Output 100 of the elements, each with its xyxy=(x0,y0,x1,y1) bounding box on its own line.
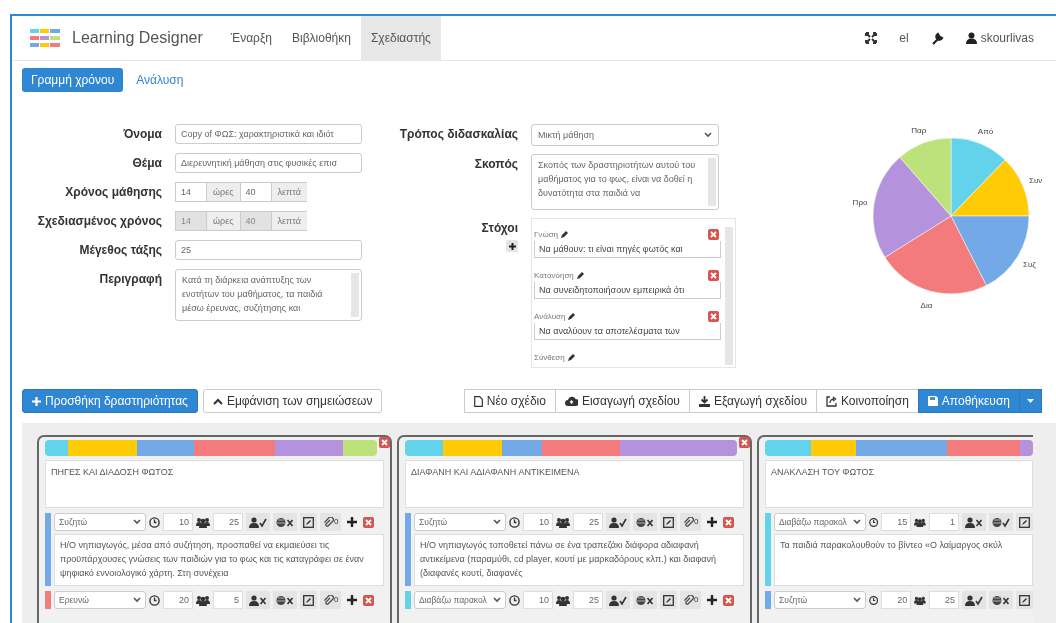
outcome-field[interactable]: Να αναλύουν τα αποτελέσματα των xyxy=(534,323,721,340)
drag-handle[interactable] xyxy=(405,513,411,586)
fullscreen-icon[interactable] xyxy=(865,32,878,44)
group-size-field[interactable]: 25 xyxy=(573,513,603,531)
outcome-category[interactable]: Κατανόηση xyxy=(534,271,584,281)
notes-button[interactable] xyxy=(1016,591,1033,609)
notes-button[interactable] xyxy=(1016,513,1033,531)
notes-button[interactable] xyxy=(660,513,677,531)
close-icon[interactable] xyxy=(379,437,390,448)
outcome-field[interactable]: Να συνειδητοποιήσουν εμπειρικά ότι xyxy=(534,282,721,299)
close-icon[interactable] xyxy=(739,437,750,448)
activity-description-field[interactable]: Τα παιδιά παρακολουθούν το βίντεο «Ο λαίμαργος σκύλ xyxy=(774,534,1033,586)
minutes-field[interactable]: 40 xyxy=(239,182,272,202)
nav-link[interactable]: Σχεδιαστής xyxy=(360,16,441,60)
teacher-toggle[interactable] xyxy=(962,591,986,609)
activity-type-select[interactable]: Διαβάζω παρακολ xyxy=(774,513,866,531)
online-toggle[interactable] xyxy=(273,591,297,609)
teacher-toggle[interactable] xyxy=(246,513,270,531)
nav-link[interactable]: Έναρξη xyxy=(220,16,282,60)
group-size-field[interactable]: 25 xyxy=(213,513,243,531)
notes-button[interactable] xyxy=(300,513,317,531)
toolbar-button[interactable]: Εμφάνιση των σημειώσεων xyxy=(202,389,383,413)
close-icon[interactable] xyxy=(723,594,735,606)
nav-link[interactable]: Βιβλιοθήκη xyxy=(282,16,361,60)
activity-description-field[interactable]: Η/Ο νηπιαγωγός τοποθετεί πάνω σε ένα τραπεζάκι διάφορα αδιαφανή αντικείμενα (παραμύθι, cd player, κουτί με μαρκαδόρους κλπ.) και διαφανή (διαφανές κουτί, διαφανές xyxy=(414,534,744,586)
group-size-field[interactable]: 25 xyxy=(573,591,603,609)
approach-select[interactable]: Μικτή μάθηση xyxy=(531,124,719,146)
close-icon[interactable] xyxy=(723,516,735,528)
aim-field[interactable]: Σκοπός των δραστηριοτήτων αυτού του μαθήματος για το φως, είναι να δοθεί η δυνατότητα στα παιδιά να xyxy=(531,154,719,210)
online-toggle[interactable] xyxy=(273,513,297,531)
duration-field[interactable]: 20 xyxy=(163,591,193,609)
language-link[interactable]: el xyxy=(899,31,909,45)
toolbar-button[interactable]: Κοινοποίηση xyxy=(815,389,919,413)
view-tab[interactable]: Ανάλυση xyxy=(127,68,193,92)
close-icon[interactable] xyxy=(363,594,375,606)
activity-type-select[interactable]: Συζητώ xyxy=(54,513,146,531)
duration-field[interactable]: 15 xyxy=(881,513,912,531)
scrollbar[interactable] xyxy=(725,227,733,365)
close-icon[interactable] xyxy=(708,229,719,240)
activity-type-select[interactable]: Ερευνώ xyxy=(54,591,146,609)
globe-cross-icon xyxy=(636,516,654,528)
teacher-toggle[interactable] xyxy=(962,513,986,531)
close-icon[interactable] xyxy=(708,311,719,322)
card-title-field[interactable]: ΠΗΓΕΣ ΚΑΙ ΔΙΑΔΟΣΗ ΦΩΤΟΣ xyxy=(45,460,384,508)
drag-handle[interactable] xyxy=(45,591,51,609)
drag-handle[interactable] xyxy=(765,513,771,586)
teacher-toggle[interactable] xyxy=(606,513,630,531)
attachments-button[interactable]: 0 xyxy=(680,591,702,609)
notes-button[interactable] xyxy=(660,591,677,609)
online-toggle[interactable] xyxy=(989,513,1013,531)
duration-field[interactable]: 20 xyxy=(881,591,912,609)
toolbar-button[interactable]: Εισαγωγή σχεδίου xyxy=(554,389,690,413)
attachments-button[interactable]: 0 xyxy=(320,513,342,531)
card-title-field[interactable]: ΔΙΑΦΑΝΗ ΚΑΙ ΑΔΙΑΦΑΝΗ ΑΝΤΙΚΕΙΜΕΝΑ xyxy=(405,460,744,508)
attachments-button[interactable]: 0 xyxy=(320,591,342,609)
online-toggle[interactable] xyxy=(633,591,657,609)
duration-field[interactable]: 10 xyxy=(163,513,193,531)
toolbar-button[interactable]: Εξαγωγή σχεδίου xyxy=(688,389,817,413)
toolbar-button[interactable]: Αποθήκευση xyxy=(917,389,1020,413)
group-size-field[interactable]: 5 xyxy=(213,591,243,609)
activity-type-select[interactable]: Διαβάζω παρακολ xyxy=(414,591,506,609)
hours-field[interactable]: 14 xyxy=(175,182,207,202)
card-title-field[interactable]: ΑΝΑΚΛΑΣΗ ΤΟΥ ΦΩΤΟΣ xyxy=(765,460,1033,508)
attachments-button[interactable]: 0 xyxy=(680,513,702,531)
scrollbar[interactable] xyxy=(351,273,359,317)
description-field[interactable]: Κατά τη διάρκεια ανάπτυξης των ενοτήτων του μαθήματος, τα παιδιά μέσω έρευνας, συζήτησης και xyxy=(175,269,362,321)
outcome-category[interactable]: Σύνθεση xyxy=(534,353,575,363)
outcome-category[interactable]: Ανάλυση xyxy=(534,312,576,322)
online-toggle[interactable] xyxy=(989,591,1013,609)
close-icon[interactable] xyxy=(363,516,375,528)
group-size-field[interactable]: 25 xyxy=(929,591,959,609)
online-toggle[interactable] xyxy=(633,513,657,531)
user-link[interactable]: skourlivas xyxy=(965,31,1034,45)
close-icon[interactable] xyxy=(708,270,719,281)
activity-type-select[interactable]: Συζητώ xyxy=(774,591,866,609)
notes-button[interactable] xyxy=(300,591,317,609)
toolbar-button[interactable]: Προσθήκη δραστηριότητας xyxy=(22,389,198,413)
text-field[interactable]: 25 xyxy=(175,240,362,260)
scrollbar[interactable] xyxy=(708,158,716,206)
app-title[interactable]: Learning Designer xyxy=(72,29,203,47)
outcome-field[interactable]: Να μάθουν: τι είναι πηγές φωτός και xyxy=(534,241,721,258)
teacher-toggle[interactable] xyxy=(606,591,630,609)
group-size-field[interactable]: 1 xyxy=(929,513,959,531)
teacher-toggle[interactable] xyxy=(246,591,270,609)
duration-field[interactable]: 10 xyxy=(523,513,553,531)
drag-handle[interactable] xyxy=(405,591,411,609)
text-field[interactable]: Copy of ΦΩΣ: χαρακτηριστικά και ιδιότ xyxy=(175,124,362,144)
text-field[interactable]: Διερευνητική μάθηση στις φυσικές επισ xyxy=(175,153,362,173)
drag-handle[interactable] xyxy=(765,591,771,609)
drag-handle[interactable] xyxy=(45,513,51,586)
add-outcome-button[interactable] xyxy=(506,240,518,252)
outcome-category[interactable]: Γνώση xyxy=(534,230,569,240)
activity-description-field[interactable]: Η/Ο νηπιαγωγός, μέσα από συζήτηση, προσπαθεί να εκμαιεύσει τις προϋπάρχουσες γνώσεις των παιδιών για το φως και τις καταγράφει σε έναν ψηφιακό εννοιολογικό χάρτη. Στη συνέχεια xyxy=(54,534,384,586)
activity-type-select[interactable]: Συζητώ xyxy=(414,513,506,531)
slice-label: Συζ xyxy=(1023,260,1036,270)
view-tab[interactable]: Γραμμή χρόνου xyxy=(22,68,124,92)
dropdown-button[interactable] xyxy=(1019,389,1042,413)
toolbar-button[interactable]: Νέο σχέδιο xyxy=(463,389,556,413)
duration-field[interactable]: 10 xyxy=(523,591,553,609)
settings-icon[interactable] xyxy=(930,31,944,45)
